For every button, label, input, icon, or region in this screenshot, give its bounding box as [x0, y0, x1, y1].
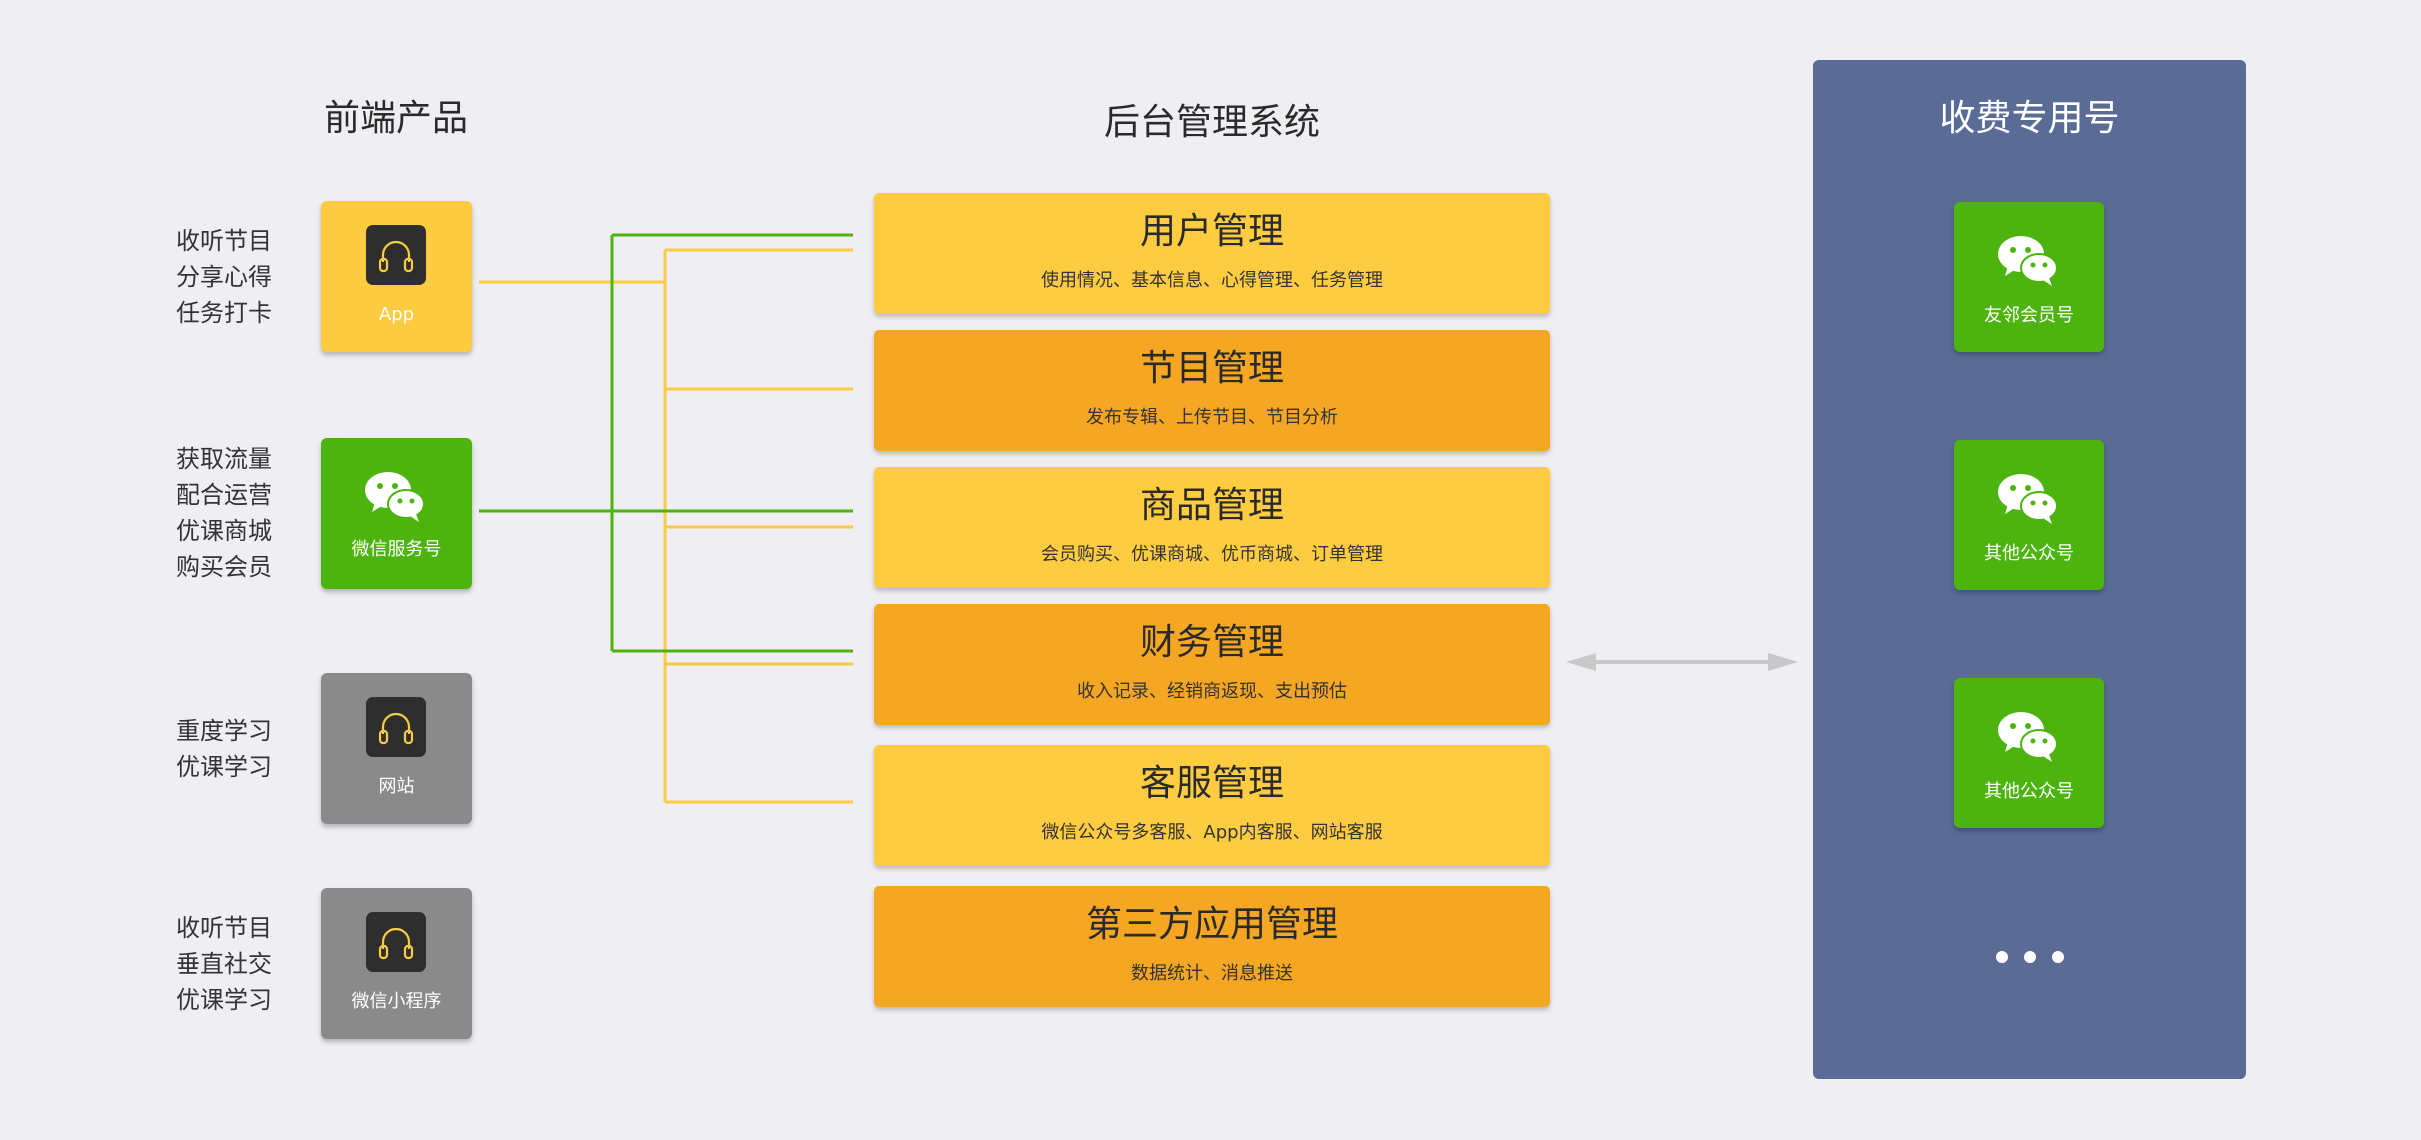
headphones-icon — [366, 225, 426, 285]
block-title: 商品管理 — [1139, 485, 1284, 526]
customer-service-block[interactable]: 客服管理 微信公众号多客服、App内客服、网站客服 — [874, 745, 1550, 866]
third-party-management-block[interactable]: 第三方应用管理 数据统计、消息推送 — [874, 886, 1550, 1007]
tile-label: 其他公众号 — [1984, 781, 2074, 802]
desc-line: 购买会员 — [176, 553, 272, 581]
app-tile[interactable]: App — [321, 201, 472, 352]
dot — [1995, 951, 2008, 963]
goods-management-block[interactable]: 商品管理 会员购买、优课商城、优币商城、订单管理 — [874, 467, 1550, 588]
desc-line: 优课学习 — [176, 986, 272, 1014]
user-management-block[interactable]: 用户管理 使用情况、基本信息、心得管理、任务管理 — [874, 193, 1550, 314]
desc-line: 收听节目 — [176, 227, 272, 255]
block-subtitle: 发布专辑、上传节目、节目分析 — [1086, 407, 1338, 428]
desc-line: 优课商城 — [176, 517, 272, 545]
desc-line: 重度学习 — [176, 717, 272, 745]
product-description: 收听节目 分享心得 任务打卡 — [176, 223, 286, 331]
tile-label: 友邻会员号 — [1984, 305, 2074, 326]
tile-label: 微信小程序 — [351, 991, 442, 1012]
wechat-service-tile[interactable]: 微信服务号 — [321, 438, 472, 589]
block-subtitle: 微信公众号多客服、App内客服、网站客服 — [1041, 822, 1383, 843]
block-subtitle: 使用情况、基本信息、心得管理、任务管理 — [1041, 270, 1383, 291]
block-title: 客服管理 — [1139, 763, 1284, 804]
tile-label: 网站 — [378, 776, 415, 797]
tile-label: App — [378, 304, 415, 325]
more-ellipsis-icon[interactable] — [1813, 948, 2246, 967]
paid-account-tile[interactable]: 其他公众号 — [1954, 678, 2104, 828]
wechat-icon — [1994, 232, 2064, 288]
finance-management-block[interactable]: 财务管理 收入记录、经销商返现、支出预估 — [874, 604, 1550, 725]
wechat-icon — [361, 468, 431, 524]
program-management-block[interactable]: 节目管理 发布专辑、上传节目、节目分析 — [874, 330, 1550, 451]
paid-account-tile[interactable]: 友邻会员号 — [1954, 202, 2104, 352]
dot — [2051, 951, 2064, 963]
product-description: 获取流量 配合运营 优课商城 购买会员 — [176, 441, 286, 585]
wechat-icon — [1994, 708, 2064, 764]
block-title: 财务管理 — [1139, 622, 1284, 663]
block-title: 节目管理 — [1139, 348, 1284, 389]
paid-account-tile[interactable]: 其他公众号 — [1954, 440, 2104, 590]
app-connectors — [479, 248, 853, 804]
desc-line: 获取流量 — [176, 445, 272, 473]
tile-label: 其他公众号 — [1984, 543, 2074, 564]
headphones-icon — [366, 912, 426, 972]
desc-line: 任务打卡 — [176, 299, 272, 327]
block-title: 用户管理 — [1139, 211, 1284, 252]
desc-line: 收听节目 — [176, 914, 272, 942]
desc-line: 分享心得 — [176, 263, 272, 291]
desc-line: 配合运营 — [176, 481, 272, 509]
website-tile[interactable]: 网站 — [321, 673, 472, 824]
block-subtitle: 会员购买、优课商城、优币商城、订单管理 — [1041, 544, 1383, 565]
product-description: 收听节目 垂直社交 优课学习 — [176, 910, 286, 1018]
block-title: 第三方应用管理 — [1085, 904, 1338, 945]
tile-label: 微信服务号 — [351, 539, 442, 560]
backend-system-heading: 后台管理系统 — [1104, 102, 1321, 143]
front-products-heading: 前端产品 — [324, 98, 469, 139]
block-subtitle: 数据统计、消息推送 — [1131, 963, 1293, 984]
panel-title: 收费专用号 — [1939, 98, 2120, 139]
paid-accounts-panel: 收费专用号 友邻会员号 其他公众号 其他公众号 — [1813, 60, 2246, 1079]
wechat-icon — [1994, 470, 2064, 526]
mini-program-tile[interactable]: 微信小程序 — [321, 888, 472, 1039]
product-description: 重度学习 优课学习 — [176, 713, 286, 785]
desc-line: 垂直社交 — [176, 950, 272, 978]
headphones-icon — [366, 697, 426, 757]
double-arrow-icon — [1566, 653, 1798, 671]
desc-line: 优课学习 — [176, 753, 272, 781]
block-subtitle: 收入记录、经销商返现、支出预估 — [1077, 681, 1347, 702]
dot — [2023, 951, 2036, 963]
